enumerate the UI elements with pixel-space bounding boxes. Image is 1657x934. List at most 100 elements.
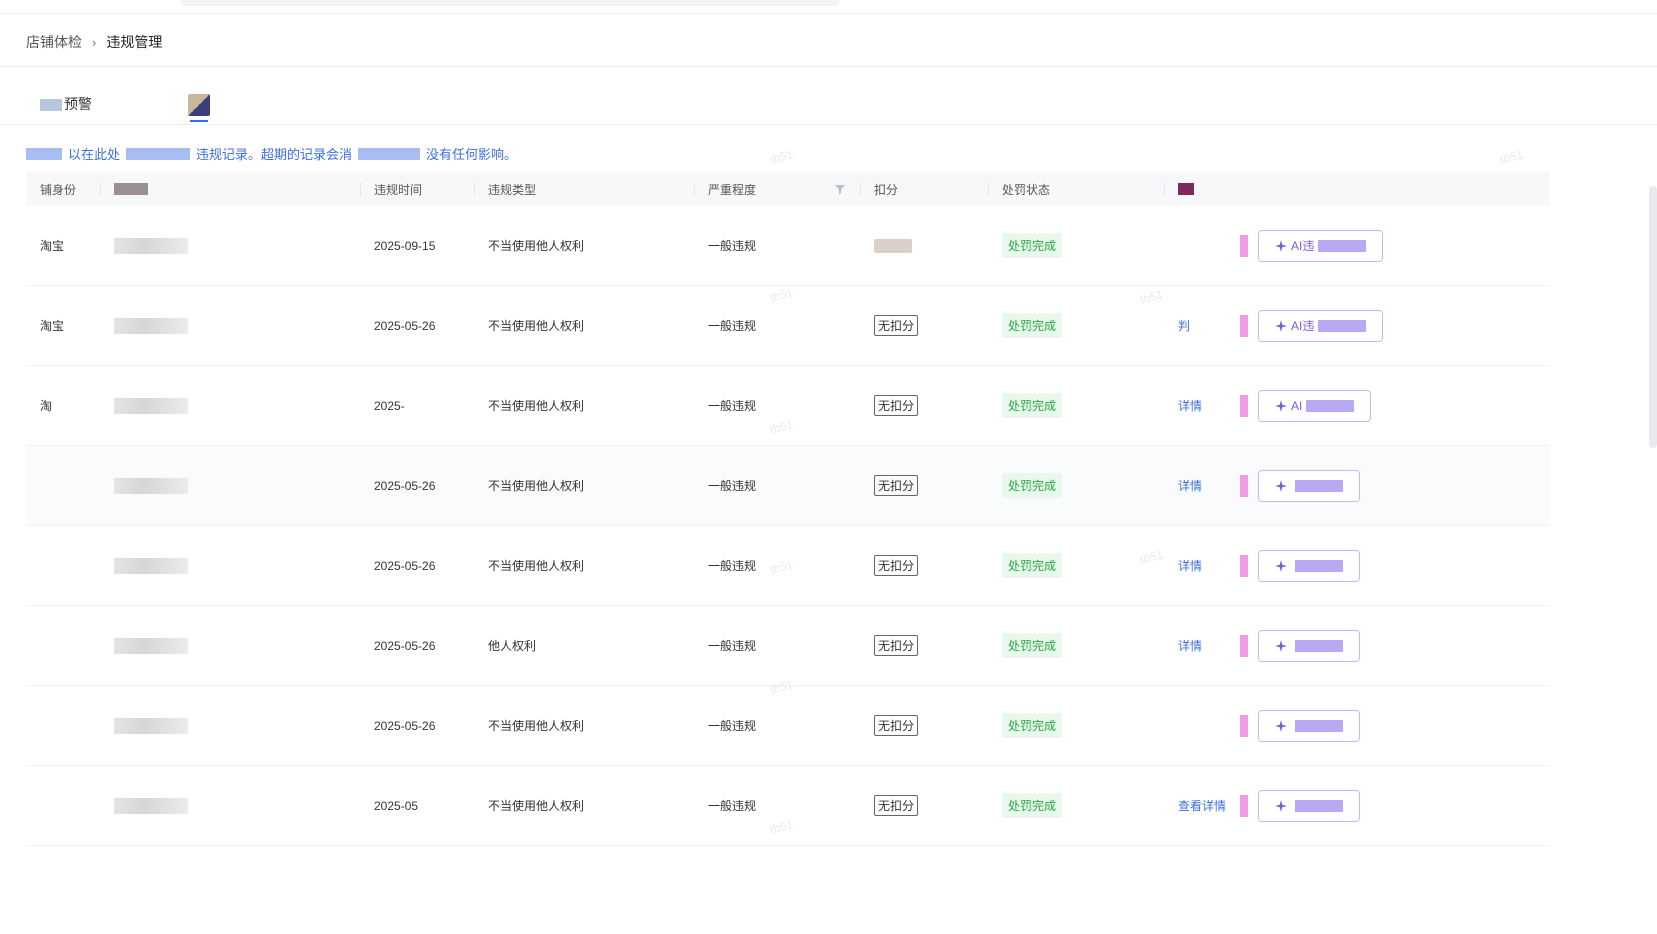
violation-date: 2025-05-26 — [374, 718, 436, 733]
tab-second[interactable] — [188, 84, 212, 124]
deduct-badge: 无扣分 — [874, 315, 919, 336]
redacted-text — [1295, 639, 1343, 652]
cell-status: 处罚完成 — [988, 766, 1164, 846]
cell-store — [100, 686, 360, 766]
search-bar[interactable] — [180, 0, 840, 6]
ai-button-label: AI违 — [1291, 239, 1315, 253]
tabs-divider — [0, 124, 1657, 125]
cell-actions: AI违 — [1164, 206, 1550, 286]
funnel-icon[interactable] — [834, 183, 846, 195]
cell-platform: 淘 — [26, 366, 100, 446]
cell-deduct: 无扣分 — [860, 526, 988, 606]
action-divider — [1240, 394, 1248, 417]
deduct-badge: 无扣分 — [874, 715, 919, 736]
cell-deduct: 无扣分 — [860, 446, 988, 526]
violation-date: 2025-09-15 — [374, 238, 436, 253]
redacted-store-name — [114, 557, 188, 574]
redacted-store-name — [114, 637, 188, 654]
violation-type: 不当使用他人权利 — [488, 559, 585, 573]
cell-severity: 一般违规 — [694, 446, 860, 526]
cell-time: 2025-05-26 — [360, 526, 474, 606]
ai-analysis-button[interactable] — [1258, 549, 1360, 582]
severity-text: 一般违规 — [708, 719, 757, 733]
cell-time: 2025-09-15 — [360, 206, 474, 286]
table-row: 2025-05 不当使用他人权利 一般违规 无扣分 处罚完成 查看详情 — [26, 766, 1550, 846]
redacted-text — [26, 147, 62, 160]
cell-deduct: 无扣分 — [860, 366, 988, 446]
sparkle-icon — [1275, 399, 1287, 412]
table-body: 淘宝 2025-09-15 不当使用他人权利 一般违规 处罚完成 AI违 淘宝 … — [26, 206, 1550, 846]
table-row: 2025-05-26 他人权利 一般违规 无扣分 处罚完成 详情 — [26, 606, 1550, 686]
cell-severity: 一般违规 — [694, 766, 860, 846]
action-divider — [1240, 474, 1248, 497]
chevron-right-icon: › — [92, 34, 97, 50]
ai-analysis-button[interactable] — [1258, 789, 1360, 822]
header-type-label: 违规类型 — [488, 182, 537, 197]
redacted-header — [114, 183, 148, 195]
cell-status: 处罚完成 — [988, 206, 1164, 286]
tab-bar: 预警 — [40, 84, 1600, 124]
cell-deduct: 无扣分 — [860, 766, 988, 846]
table-row: 淘宝 2025-09-15 不当使用他人权利 一般违规 处罚完成 AI违 — [26, 206, 1550, 286]
ai-analysis-button[interactable]: AI违 — [1258, 229, 1384, 262]
cell-actions: 详情 — [1164, 526, 1550, 606]
action-divider — [1240, 234, 1248, 257]
view-details-link[interactable]: 详情 — [1178, 477, 1228, 494]
top-bar — [0, 0, 1657, 14]
cell-type: 不当使用他人权利 — [474, 446, 694, 526]
redacted-store-name — [114, 317, 188, 334]
cell-type: 不当使用他人权利 — [474, 366, 694, 446]
table-header: 铺身份 违规时间 违规类型 严重程度 扣分 处罚状态 — [26, 172, 1550, 206]
redacted-text — [1318, 239, 1367, 252]
header-time-label: 违规时间 — [374, 182, 423, 197]
table-row: 淘宝 2025-05-26 不当使用他人权利 一般违规 无扣分 处罚完成 判 A… — [26, 286, 1550, 366]
cell-deduct: 无扣分 — [860, 286, 988, 366]
view-details-link[interactable]: 查看详情 — [1178, 797, 1228, 814]
cell-type: 不当使用他人权利 — [474, 286, 694, 366]
cell-status: 处罚完成 — [988, 606, 1164, 686]
cell-time: 2025- — [360, 366, 474, 446]
ai-analysis-button[interactable]: AI违 — [1258, 309, 1384, 342]
sparkle-icon — [1275, 239, 1287, 252]
redacted-text — [1295, 479, 1343, 492]
cell-actions: 判 AI违 — [1164, 286, 1550, 366]
cell-actions: 查看详情 — [1164, 766, 1550, 846]
cell-status: 处罚完成 — [988, 446, 1164, 526]
cell-platform — [26, 526, 100, 606]
severity-text: 一般违规 — [708, 479, 757, 493]
violation-date: 2025-05-26 — [374, 558, 436, 573]
cell-store — [100, 366, 360, 446]
cell-time: 2025-05 — [360, 766, 474, 846]
redacted-header — [1178, 183, 1194, 195]
scrollbar[interactable] — [1649, 186, 1657, 448]
breadcrumb-parent-link[interactable]: 店铺体检 — [26, 32, 82, 52]
cell-deduct: 无扣分 — [860, 606, 988, 686]
header-status: 处罚状态 — [988, 172, 1164, 206]
header-identity: 铺身份 — [26, 172, 100, 206]
violation-type: 他人权利 — [488, 639, 537, 653]
cell-platform — [26, 606, 100, 686]
redacted-text — [1318, 319, 1367, 332]
tab-warning[interactable]: 预警 — [40, 84, 92, 124]
cell-store — [100, 766, 360, 846]
ai-analysis-button[interactable]: AI — [1258, 389, 1372, 422]
status-badge: 处罚完成 — [1002, 473, 1063, 498]
header-deduct-label: 扣分 — [874, 182, 899, 197]
action-divider — [1240, 554, 1248, 577]
redacted-text — [126, 147, 191, 160]
ai-analysis-button[interactable] — [1258, 629, 1360, 662]
view-details-link[interactable]: 判 — [1178, 317, 1228, 334]
tab-label: 预警 — [64, 96, 92, 112]
breadcrumb: 店铺体检 › 违规管理 — [26, 32, 162, 52]
ai-analysis-button[interactable] — [1258, 709, 1360, 742]
violation-date: 2025-05-26 — [374, 478, 436, 493]
ai-button-label: AI违 — [1291, 319, 1315, 333]
view-details-link[interactable]: 详情 — [1178, 637, 1228, 654]
view-details-link[interactable]: 详情 — [1178, 397, 1228, 414]
ai-analysis-button[interactable] — [1258, 469, 1360, 502]
header-status-label: 处罚状态 — [1002, 182, 1051, 197]
redacted-store-name — [114, 477, 188, 494]
violations-table: 铺身份 违规时间 违规类型 严重程度 扣分 处罚状态 淘宝 2025-09-15… — [26, 172, 1550, 846]
view-details-link[interactable]: 详情 — [1178, 557, 1228, 574]
cell-platform — [26, 446, 100, 526]
